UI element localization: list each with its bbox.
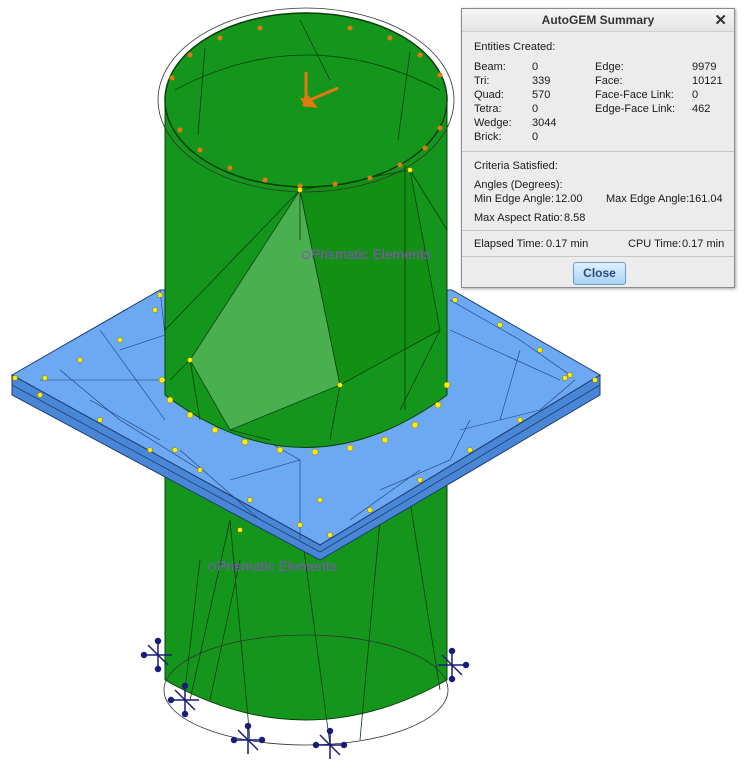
entity-value: 9979 [692, 61, 717, 73]
cpu-time-label: CPU Time: [628, 238, 682, 250]
entity-value: 570 [532, 89, 551, 101]
min-edge-angle-label: Min Edge Angle: [474, 193, 555, 205]
cpu-time-value: 0.17 min [682, 238, 725, 250]
entities-header: Entities Created: [474, 41, 556, 53]
elapsed-time-value: 0.17 min [546, 238, 589, 250]
elapsed-time-label: Elapsed Time: [474, 238, 544, 250]
entity-label: Face: [595, 75, 623, 87]
divider [462, 256, 734, 257]
entity-value: 3044 [532, 117, 557, 129]
entity-label: Quad: [474, 89, 504, 101]
divider [462, 230, 734, 231]
node-marker-icon [302, 251, 310, 260]
dialog-title: AutoGEM Summary [541, 13, 655, 27]
entity-label: Brick: [474, 131, 502, 143]
criteria-header: Criteria Satisfied: [474, 160, 558, 172]
angles-header: Angles (Degrees): [474, 179, 563, 191]
max-aspect-label: Max Aspect Ratio: [474, 212, 563, 224]
entity-value: 462 [692, 103, 711, 115]
entity-value: 0 [532, 61, 539, 73]
node-marker-icon [208, 563, 216, 572]
entity-value: 0 [532, 131, 539, 143]
divider [462, 151, 734, 152]
max-edge-angle-value: 161.04 [689, 193, 723, 205]
prismatic-label-lower: Prismatic Elements [208, 558, 337, 574]
min-edge-angle-value: 12.00 [555, 193, 583, 205]
entity-label: Edge: [595, 61, 624, 73]
autogem-summary-dialog: AutoGEM Summary ✕ Entities Created: Beam… [461, 8, 735, 288]
close-button[interactable]: Close [573, 262, 626, 285]
entity-value: 0 [532, 103, 539, 115]
entity-value: 339 [532, 75, 551, 87]
prismatic-label-upper: Prismatic Elements [302, 246, 431, 262]
entity-label: Wedge: [474, 117, 512, 129]
dialog-titlebar[interactable]: AutoGEM Summary ✕ [462, 9, 734, 32]
max-edge-angle-label: Max Edge Angle: [606, 193, 690, 205]
entity-label: Tri: [474, 75, 490, 87]
entity-label: Face-Face Link: [595, 89, 674, 101]
entity-label: Tetra: [474, 103, 502, 115]
max-aspect-value: 8.58 [564, 212, 586, 224]
entity-label: Beam: [474, 61, 506, 73]
entity-label: Edge-Face Link: [595, 103, 676, 115]
close-icon[interactable]: ✕ [714, 11, 727, 29]
entity-value: 0 [692, 89, 699, 101]
entity-value: 10121 [692, 75, 723, 87]
